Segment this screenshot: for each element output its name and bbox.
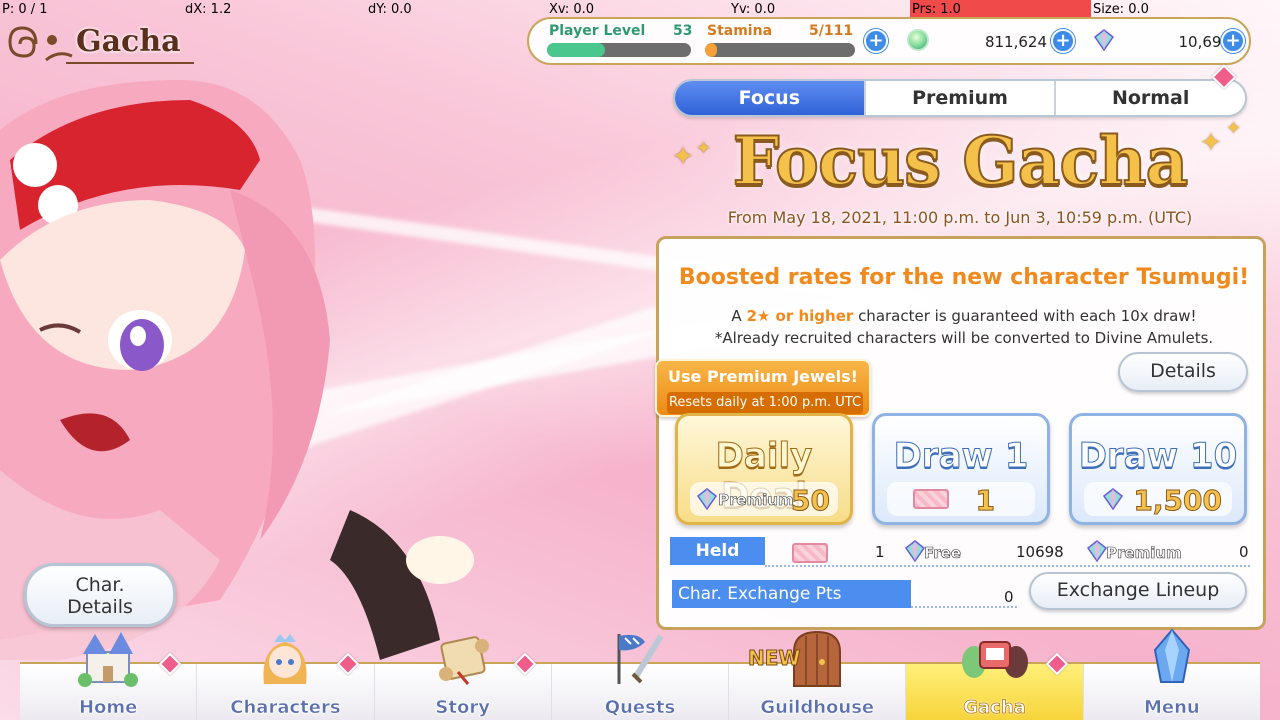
stamina-bar — [705, 43, 855, 57]
nav-quests-label: Quests — [604, 697, 676, 719]
promo-reset-note: Resets daily at 1:00 p.m. UTC — [667, 392, 863, 414]
exchange-lineup-button[interactable]: Exchange Lineup — [1029, 572, 1247, 610]
nav-gacha-label: Gacha — [963, 697, 1026, 719]
draw-10-button[interactable]: Draw 10 1,500 — [1069, 413, 1247, 525]
player-level-fill — [547, 43, 605, 57]
add-jewels-button[interactable]: + — [1221, 29, 1245, 53]
details-button[interactable]: Details — [1118, 352, 1248, 392]
character-icon — [263, 634, 307, 684]
char-details-label: Char. Details — [67, 574, 133, 618]
daily-deal-currency: Premium — [718, 491, 794, 510]
draw-10-cost: 1,500 — [1084, 482, 1232, 518]
daily-deal-cost-value: 50 — [791, 484, 831, 518]
tab-focus[interactable]: Focus — [675, 81, 864, 115]
draw-1-button[interactable]: Draw 1 1 — [872, 413, 1050, 525]
exchange-row-divider — [911, 606, 1017, 608]
guarantee-highlight: 2★ or higher — [746, 307, 854, 325]
castle-icon — [78, 632, 139, 687]
jewel-icon — [1102, 488, 1124, 510]
debug-pointer: P: 0 / 1 — [2, 2, 48, 17]
nav-story[interactable]: Story — [373, 636, 551, 720]
free-jewel-icon — [904, 540, 926, 562]
char-exchange-pts-value: 0 — [1004, 588, 1014, 606]
nav-menu-label: Menu — [1143, 697, 1200, 719]
tab-premium[interactable]: Premium — [863, 81, 1055, 115]
debug-dy: dY: 0.0 — [368, 2, 412, 17]
nav-home-label: Home — [78, 697, 138, 719]
premium-jewel-count: 0 — [1239, 543, 1249, 561]
ornament-swirl-icon — [8, 26, 73, 62]
held-row-divider — [765, 565, 1250, 567]
player-level-bar — [547, 43, 691, 57]
add-coins-button[interactable]: + — [1051, 29, 1075, 53]
gacha-tab-bar: Focus Premium Normal — [673, 79, 1247, 117]
coin-amount: 811,624 — [984, 33, 1047, 51]
nav-guildhouse[interactable]: Guildhouse — [728, 630, 905, 720]
title-underline — [66, 62, 194, 64]
nav-gacha[interactable]: Gacha — [905, 641, 1083, 720]
premium-label: Premium — [1106, 544, 1182, 563]
gacha-icon — [961, 641, 1028, 678]
stamina-value: 5/111 — [809, 23, 854, 39]
held-label: Held — [670, 537, 765, 565]
free-jewel-count: 10698 — [1016, 543, 1064, 561]
daily-deal-cost: Premium 50 — [690, 482, 838, 518]
nav-story-label: Story — [435, 697, 490, 719]
free-label: Free — [924, 544, 962, 563]
flag-sword-icon — [617, 634, 664, 684]
draw-10-cost-value: 1,500 — [1133, 484, 1223, 518]
draw-1-cost-value: 1 — [975, 484, 996, 518]
held-currency-row: Held 1 Free 10698 Premium 0 — [670, 537, 1250, 567]
daily-deal-button[interactable]: Daily Deal Premium 50 — [675, 413, 853, 525]
premium-jewel-promo: Use Premium Jewels! Resets daily at 1:00… — [655, 359, 871, 417]
nav-characters-label: Characters — [230, 697, 341, 719]
debug-dx: dX: 1.2 — [185, 2, 232, 17]
guarantee-prefix: A — [731, 307, 747, 325]
screen-title: Gacha — [76, 24, 181, 59]
mana-coin-icon — [907, 29, 929, 51]
char-details-button[interactable]: Char. Details — [24, 563, 176, 627]
add-stamina-button[interactable]: + — [864, 29, 888, 53]
draw-10-label: Draw 10 — [1078, 436, 1238, 477]
nav-quests[interactable]: Quests — [550, 634, 728, 720]
screen-title-block: Gacha — [6, 20, 194, 68]
tab-normal[interactable]: Normal — [1054, 81, 1245, 115]
scroll-icon — [438, 636, 489, 685]
nav-guildhouse-label: Guildhouse — [760, 697, 875, 719]
gacha-ticket-icon — [913, 489, 949, 509]
held-ticket-count: 1 — [875, 543, 885, 561]
player-level-value: 53 — [673, 23, 693, 39]
stamina-label: Stamina — [707, 23, 773, 39]
boost-headline: Boosted rates for the new character Tsum… — [678, 265, 1250, 290]
jewel-amount: 10,698 — [1178, 33, 1232, 51]
draw-1-cost: 1 — [887, 482, 1035, 518]
stamina-fill — [705, 43, 717, 57]
conversion-note: *Already recruited characters will be co… — [714, 329, 1214, 347]
banner-title: Focus Gacha — [732, 121, 1190, 201]
player-level-label: Player Level — [549, 23, 646, 39]
nav-menu[interactable]: Menu — [1082, 628, 1260, 720]
player-status-bar: Player Level 53 Stamina 5/111 + 811,624 … — [527, 17, 1251, 65]
promo-title: Use Premium Jewels! — [668, 367, 858, 386]
guarantee-suffix: character is guaranteed with each 10x dr… — [853, 307, 1197, 325]
bottom-nav: Home Characters Story Quests Guildhouse … — [20, 628, 1260, 720]
banner-date-range: From May 18, 2021, 11:00 p.m. to Jun 3, … — [727, 208, 1193, 227]
gacha-ticket-icon — [792, 543, 828, 563]
char-exchange-pts-label: Char. Exchange Pts — [672, 580, 911, 608]
draw-1-label: Draw 1 — [893, 436, 1029, 477]
premium-jewel-icon — [1086, 540, 1108, 562]
nav-home[interactable]: Home — [20, 632, 196, 720]
crystal-icon — [1153, 628, 1190, 683]
nav-characters[interactable]: Characters — [196, 634, 373, 720]
jewel-icon — [1093, 29, 1115, 51]
guarantee-text: A 2★ or higher character is guaranteed w… — [659, 307, 1269, 325]
premium-jewel-icon — [696, 488, 718, 510]
new-badge: NEW — [747, 646, 801, 671]
